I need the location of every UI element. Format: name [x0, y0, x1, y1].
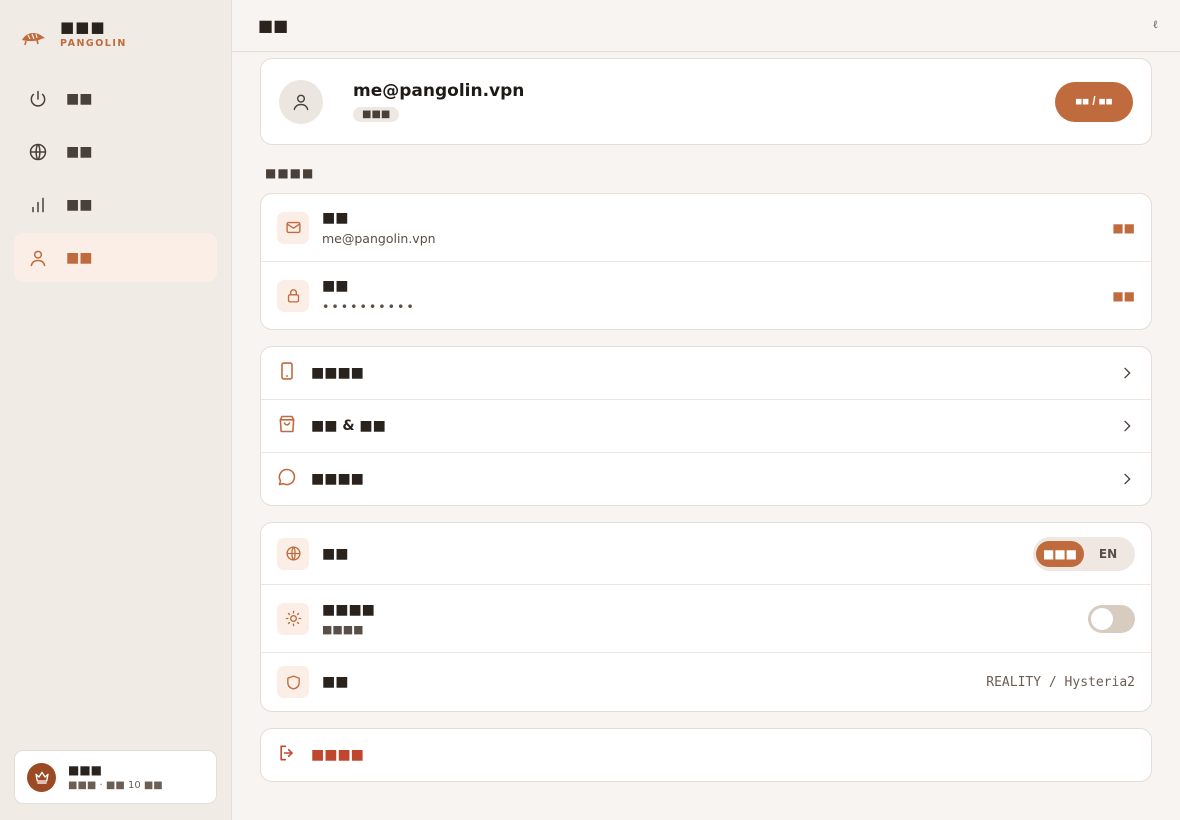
chevron-right-icon	[1124, 473, 1131, 485]
user-icon	[293, 94, 309, 110]
upgrade-button[interactable]: ■■ / ■■	[1055, 81, 1133, 122]
lock-icon	[277, 279, 309, 312]
user-icon	[30, 250, 46, 266]
password-row[interactable]: ■■ •••••••••• ■■	[261, 262, 1151, 329]
sidebar-item-label: ■■	[66, 249, 93, 266]
link-row-devices[interactable]: ■■■■	[261, 347, 1151, 400]
profile-row: me@pangolin.vpn ■■■ ■■ / ■■	[261, 59, 1151, 144]
logout-card[interactable]: ■■■■	[260, 728, 1152, 782]
links-card: ■■■■ ■■ & ■■ ■■■■	[260, 346, 1152, 506]
sidebar-item-label: ■■	[66, 90, 93, 107]
link-label: ■■■■	[311, 471, 364, 487]
globe-icon	[277, 537, 309, 570]
protocol-label: ■■	[322, 674, 349, 690]
email-row[interactable]: ■■ me@pangolin.vpn ■■	[261, 194, 1151, 262]
topbar: ■■ ℓ	[232, 0, 1180, 52]
change-password-link[interactable]: ■■	[1112, 289, 1135, 303]
logout-row[interactable]: ■■■■	[261, 729, 1151, 781]
language-row: ■■ ■■■ EN	[261, 523, 1151, 585]
plan-subtitle: ■■■ · ■■ 10 ■■	[68, 780, 163, 791]
settings-card: ■■ ■■■ EN ■■■■ ■■■■ ■■ REALITY / Hysteri…	[260, 522, 1152, 712]
sidebar-item-account[interactable]: ■■	[14, 233, 217, 282]
shield-icon	[277, 666, 309, 698]
link-label: ■■ & ■■	[311, 418, 386, 434]
sidebar: ■■■ PANGOLIN ■■ ■■ ■■ ■■ ■■■ ■■■ · ■■ 10…	[0, 0, 232, 820]
section-label-account: ■■■■	[265, 166, 315, 180]
plan-card[interactable]: ■■■ ■■■ · ■■ 10 ■■	[14, 750, 217, 804]
link-row-support[interactable]: ■■■■	[261, 453, 1151, 505]
brand[interactable]: ■■■ PANGOLIN	[20, 18, 127, 49]
bar-chart-icon	[32, 197, 44, 212]
mail-icon	[277, 211, 309, 244]
theme-label: ■■■■	[322, 601, 375, 618]
tier-badge: ■■■	[353, 107, 400, 122]
plan-title: ■■■	[68, 763, 103, 777]
change-email-link[interactable]: ■■	[1112, 221, 1135, 235]
protocol-value: REALITY / Hysteria2	[986, 674, 1135, 690]
account-card: ■■ me@pangolin.vpn ■■ ■■ •••••••••• ■■	[260, 193, 1152, 330]
language-label: ■■	[322, 545, 349, 562]
sidebar-item-connect[interactable]: ■■	[14, 74, 217, 123]
power-icon	[30, 90, 46, 107]
sun-icon	[277, 602, 309, 635]
pangolin-logo-icon	[22, 32, 45, 46]
globe-icon	[29, 143, 47, 160]
topbar-meta: ℓ	[1152, 18, 1158, 31]
logout-label: ■■■■	[311, 747, 364, 763]
toggle-knob	[1091, 607, 1113, 630]
protocol-row: ■■ REALITY / Hysteria2	[261, 653, 1151, 711]
sidebar-item-locations[interactable]: ■■	[14, 127, 217, 176]
crown-icon	[27, 762, 56, 792]
chevron-right-icon	[1124, 420, 1131, 432]
avatar	[279, 79, 323, 124]
chevron-right-icon	[1124, 367, 1131, 379]
sidebar-nav: ■■ ■■ ■■ ■■	[14, 74, 217, 286]
page-title: ■■	[258, 16, 289, 35]
bag-icon	[277, 414, 297, 438]
chat-icon	[277, 467, 297, 491]
profile-card: me@pangolin.vpn ■■■ ■■ / ■■	[260, 58, 1152, 145]
theme-row: ■■■■ ■■■■	[261, 585, 1151, 653]
language-option-en[interactable]: EN	[1084, 541, 1132, 567]
phone-icon	[277, 361, 297, 385]
profile-email: me@pangolin.vpn	[353, 81, 525, 101]
sidebar-item-stats[interactable]: ■■	[14, 180, 217, 229]
theme-sub: ■■■■	[322, 622, 364, 636]
email-row-value: me@pangolin.vpn	[322, 230, 436, 246]
password-row-label: ■■	[322, 277, 349, 294]
language-switch: ■■■ EN	[1033, 536, 1135, 571]
brand-name: ■■■	[60, 18, 106, 36]
password-row-value: ••••••••••	[322, 298, 416, 314]
theme-toggle[interactable]	[1088, 604, 1135, 633]
brand-subtitle: PANGOLIN	[60, 38, 127, 49]
sidebar-item-label: ■■	[66, 143, 93, 160]
logout-icon	[277, 743, 297, 767]
email-row-label: ■■	[322, 209, 349, 226]
link-label: ■■■■	[311, 365, 364, 381]
language-option-native[interactable]: ■■■	[1036, 540, 1084, 567]
sidebar-item-label: ■■	[66, 196, 93, 213]
link-row-orders[interactable]: ■■ & ■■	[261, 400, 1151, 453]
